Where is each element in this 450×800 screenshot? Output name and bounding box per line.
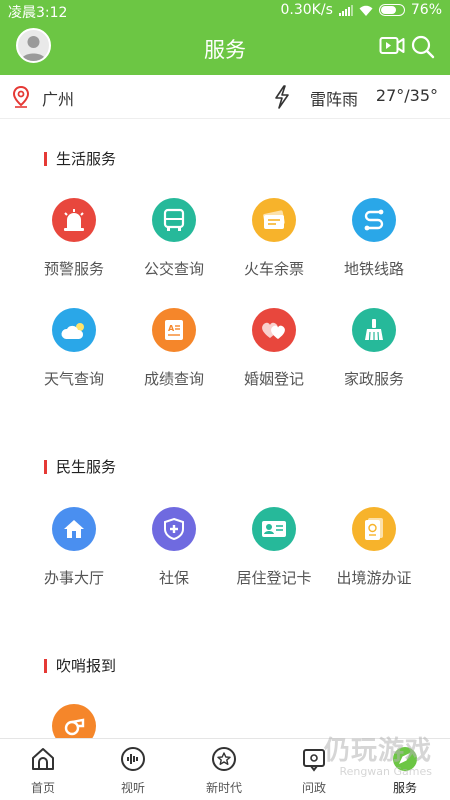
nav-label: 新时代 [205,781,242,795]
nav-label: 问政 [301,781,326,795]
temperature-range: 27°/35° [375,86,438,105]
service-whistle[interactable] [24,704,124,738]
passport-icon [352,507,396,551]
service-scores[interactable]: A 成绩查询 [124,308,224,389]
whistle-icon [52,704,96,738]
section-marker [44,658,47,673]
location-pin-icon [12,86,30,108]
home-icon [32,748,54,770]
service-label: 地铁线路 [343,260,404,278]
signal-icon [338,4,353,16]
service-bus[interactable]: 公交查询 [124,198,224,279]
network-speed: 0.30K/s [280,2,333,18]
city-name: 广州 [42,90,75,109]
section-title-text: 吹哨报到 [56,657,117,675]
service-label: 办事大厅 [43,569,104,587]
section-marker [44,151,47,166]
status-bar: 凌晨3:12 0.30K/s 76% [0,0,450,22]
service-weather[interactable]: 天气查询 [24,308,124,389]
wifi-icon [359,5,373,16]
bus-icon [152,198,196,242]
service-label: 家政服务 [343,370,404,388]
section-title-life-services: 生活服务 [44,148,116,169]
service-passport[interactable]: 出境游办证 [324,507,424,588]
service-warning[interactable]: 预警服务 [24,198,124,279]
star-badge-icon [212,747,236,771]
service-train-tickets[interactable]: 火车余票 [224,198,324,279]
broom-icon [352,308,396,352]
shield-plus-icon [152,507,196,551]
score-card-icon: A [152,308,196,352]
section-title-text: 生活服务 [56,150,117,168]
weather-icon [52,308,96,352]
nav-label: 首页 [30,781,55,795]
nav-media[interactable]: 视听 [98,745,168,796]
service-label: 预警服务 [43,260,104,278]
service-label: 社保 [158,569,189,587]
service-label: 成绩查询 [143,370,204,388]
service-label: 公交查询 [143,260,204,278]
service-label: 出境游办证 [336,569,412,587]
id-card-icon [252,507,296,551]
hearts-icon [252,308,296,352]
search-icon[interactable] [410,34,436,60]
app-header: 服务 [0,22,450,75]
section-marker [44,459,47,474]
ticket-icon [252,198,296,242]
video-camera-icon[interactable] [379,34,405,58]
service-housekeeping[interactable]: 家政服务 [324,308,424,389]
service-hall[interactable]: 办事大厅 [24,507,124,588]
nav-home[interactable]: 首页 [8,745,78,796]
section-title-public-services: 民生服务 [44,456,116,477]
battery-icon [378,4,405,16]
house-icon [52,507,96,551]
status-time: 凌晨3:12 [8,5,68,21]
top-bar: 凌晨3:12 0.30K/s 76% 服务 [0,0,450,75]
section-title-whistle-report: 吹哨报到 [44,655,116,676]
bottom-navigation: 首页 视听 新时代 问政 服务 仍玩游戏 Rengwan Games [0,736,450,800]
service-marriage[interactable]: 婚姻登记 [224,308,324,389]
watermark-subtext: Rengwan Games [339,765,432,778]
nav-label: 服务 [392,781,417,795]
thunderstorm-icon [275,85,289,109]
section-title-text: 民生服务 [56,458,117,476]
watermark-text: 仍玩游戏 [323,736,432,766]
service-label: 居住登记卡 [236,569,312,587]
battery-percent: 76% [410,2,442,18]
weather-condition: 雷阵雨 [310,90,359,109]
subway-route-icon [352,198,396,242]
service-label: 火车余票 [243,260,304,278]
location-weather-bar[interactable]: 广州 雷阵雨 27°/35° [0,75,450,119]
service-social-security[interactable]: 社保 [124,507,224,588]
service-label: 婚姻登记 [243,370,304,388]
nav-label: 视听 [120,781,145,795]
audio-icon [121,747,145,771]
watermark: 仍玩游戏 Rengwan Games [324,730,432,778]
alarm-light-icon [52,198,96,242]
svg-text:A: A [168,324,175,333]
service-subway[interactable]: 地铁线路 [324,198,424,279]
service-label: 天气查询 [43,370,104,388]
service-residence-card[interactable]: 居住登记卡 [224,507,324,588]
nav-new-era[interactable]: 新时代 [189,745,259,796]
